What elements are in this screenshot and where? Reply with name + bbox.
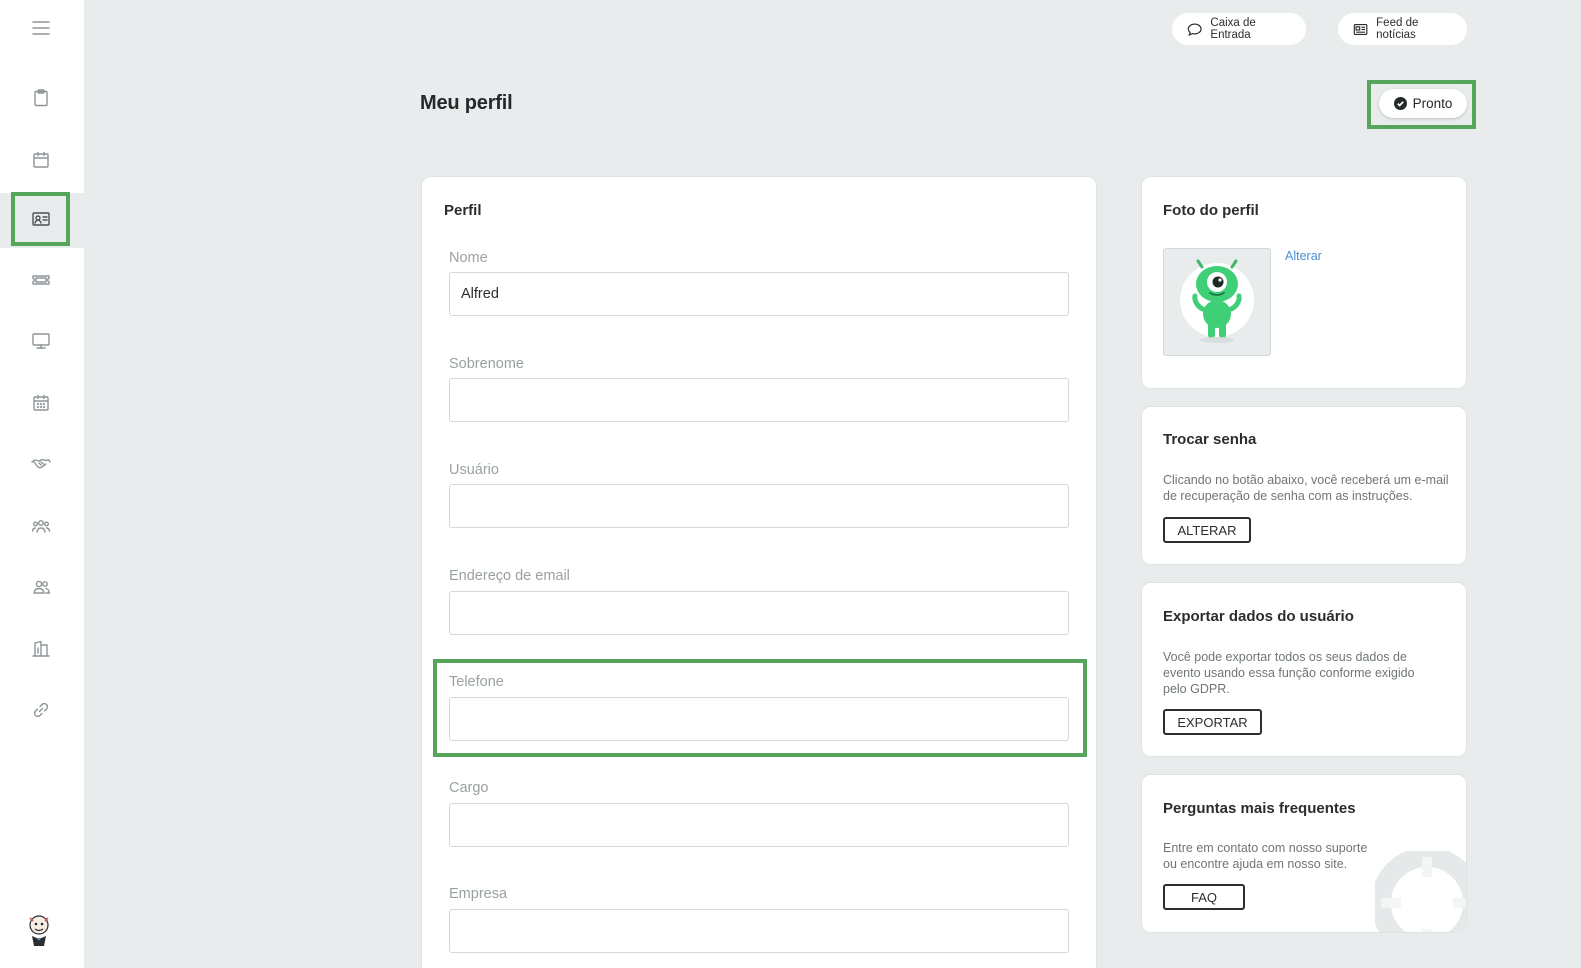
profile-card-icon[interactable] [11, 192, 70, 246]
link-icon[interactable] [22, 691, 60, 729]
profile-card-title: Perfil [444, 202, 482, 219]
building-icon[interactable] [22, 630, 60, 668]
highlight-frame [433, 659, 1087, 757]
newspaper-icon [1353, 23, 1368, 35]
ticket-icon[interactable] [22, 261, 60, 299]
email-label: Endereço de email [449, 568, 570, 584]
last-name-field[interactable] [449, 378, 1069, 422]
profile-card: Perfil Nome Sobrenome Usuário Endereço d… [421, 176, 1097, 968]
change-password-card: Trocar senha Clicando no botão abaixo, v… [1141, 406, 1467, 565]
profile-photo-title: Foto do perfil [1163, 202, 1259, 219]
page-title: Meu perfil [420, 92, 513, 114]
first-name-label: Nome [449, 250, 488, 266]
done-button[interactable]: Pronto [1379, 89, 1467, 118]
alien-avatar-image [1180, 259, 1254, 343]
profile-photo [1163, 248, 1271, 356]
email-field[interactable] [449, 591, 1069, 635]
hamburger-menu-icon[interactable] [22, 9, 60, 47]
users-icon[interactable] [22, 568, 60, 606]
change-photo-link[interactable]: Alterar [1285, 249, 1322, 263]
done-label: Pronto [1412, 96, 1453, 111]
company-field[interactable] [449, 909, 1069, 953]
check-circle-icon [1393, 97, 1407, 110]
news-feed-label: Feed de notícias [1376, 17, 1419, 41]
calendar-icon[interactable] [22, 141, 60, 179]
last-name-label: Sobrenome [449, 356, 524, 372]
username-label: Usuário [449, 462, 499, 478]
company-label: Empresa [449, 886, 508, 902]
faq-description: Entre em contato com nosso suporte ou en… [1163, 841, 1368, 871]
change-password-description: Clicando no botão abaixo, você receberá … [1163, 473, 1449, 503]
schedule-icon[interactable] [22, 384, 60, 422]
handshake-icon[interactable] [22, 445, 60, 483]
username-field[interactable] [449, 484, 1069, 528]
export-data-card: Exportar dados do usuário Você pode expo… [1141, 582, 1467, 757]
change-password-button[interactable]: ALTERAR [1163, 517, 1251, 543]
user-avatar-icon[interactable] [22, 912, 56, 948]
inbox-label: Caixa de Entrada [1210, 17, 1256, 41]
export-data-title: Exportar dados do usuário [1163, 608, 1354, 625]
job-title-field[interactable] [449, 803, 1069, 847]
first-name-field[interactable] [449, 272, 1069, 316]
news-feed-button[interactable]: Feed de notícias [1338, 13, 1467, 45]
lifebuoy-icon [1375, 851, 1466, 932]
change-password-title: Trocar senha [1163, 431, 1257, 448]
chat-bubble-icon [1187, 22, 1202, 36]
faq-button[interactable]: FAQ [1163, 884, 1245, 910]
monitor-icon[interactable] [22, 322, 60, 360]
faq-title: Perguntas mais frequentes [1163, 800, 1356, 817]
job-title-label: Cargo [449, 780, 489, 796]
profile-photo-card: Foto do perfil Alterar [1141, 176, 1467, 389]
group-icon[interactable] [22, 507, 60, 545]
faq-card: Perguntas mais frequentes Entre em conta… [1141, 774, 1467, 933]
export-data-button[interactable]: EXPORTAR [1163, 709, 1262, 735]
clipboard-icon[interactable] [22, 79, 60, 117]
export-data-description: Você pode exportar todos os seus dados d… [1163, 650, 1415, 696]
inbox-button[interactable]: Caixa de Entrada [1172, 13, 1306, 45]
sidebar [0, 0, 86, 968]
